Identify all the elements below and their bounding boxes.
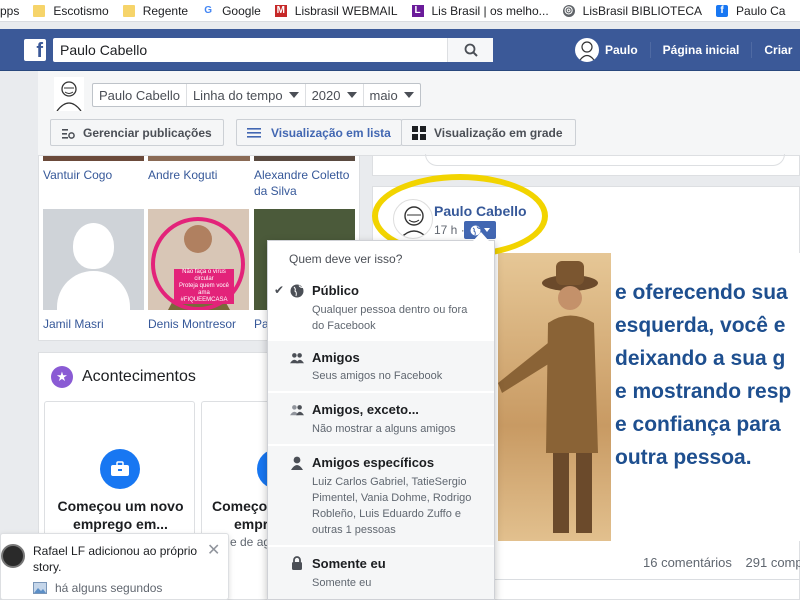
briefcase-icon bbox=[100, 449, 140, 489]
avatar bbox=[1, 544, 25, 568]
post-stats: 16 comentários 291 compa bbox=[643, 555, 800, 570]
mail-icon: M bbox=[274, 4, 287, 17]
scout-illustration bbox=[498, 253, 611, 541]
friend-photo[interactable] bbox=[43, 156, 144, 161]
list-icon bbox=[247, 127, 261, 138]
bookmark-regente[interactable]: Regente bbox=[122, 4, 188, 18]
quote-text: e oferecendo sua bbox=[615, 281, 788, 304]
search-box bbox=[53, 38, 493, 62]
chevron-down-icon bbox=[403, 92, 414, 98]
search-button[interactable] bbox=[447, 38, 493, 62]
home-link[interactable]: Página inicial bbox=[663, 43, 740, 57]
grid-icon bbox=[412, 125, 426, 140]
profile-name-selector[interactable]: Paulo Cabello bbox=[93, 84, 187, 106]
lock-icon bbox=[290, 556, 304, 570]
bookmark-apps[interactable]: pps bbox=[0, 4, 19, 18]
close-icon[interactable]: ✕ bbox=[207, 540, 220, 560]
quote-text: outra pessoa. bbox=[615, 446, 752, 469]
month-dropdown[interactable]: maio bbox=[364, 84, 420, 106]
bookmark-google[interactable]: G Google bbox=[202, 4, 261, 18]
privacy-option-specific-friends[interactable]: Amigos específicos Luiz Carlos Gabriel, … bbox=[268, 445, 494, 545]
menu-title: Quem deve ver isso? bbox=[289, 252, 403, 266]
divider bbox=[649, 42, 651, 58]
person-icon bbox=[290, 456, 304, 470]
privacy-option-public[interactable]: ✔ Público Qualquer pessoa dentro ou fora… bbox=[268, 273, 494, 339]
bookmark-escotismo[interactable]: Escotismo bbox=[33, 4, 109, 18]
post-image[interactable]: e oferecendo sua esquerda, você e deixan… bbox=[498, 253, 800, 541]
chevron-down-icon bbox=[346, 92, 357, 98]
facebook-icon: f bbox=[716, 4, 729, 17]
bookmark-webmail[interactable]: M Lisbrasil WEBMAIL bbox=[274, 4, 398, 18]
privacy-menu: Quem deve ver isso? ✔ Público Qualquer p… bbox=[267, 232, 495, 600]
bookmark-lisbrasil[interactable]: L Lis Brasil | os melho... bbox=[411, 4, 549, 18]
checkmark-icon: ✔ bbox=[274, 283, 285, 297]
year-dropdown[interactable]: 2020 bbox=[306, 84, 364, 106]
manage-posts-button[interactable]: Gerenciar publicações bbox=[50, 119, 224, 146]
quote-text: esquerda, você e bbox=[615, 314, 786, 337]
friend-name-line2: da Silva bbox=[254, 184, 297, 198]
notification-text: Rafael LF adicionou ao próprio story. bbox=[33, 544, 198, 574]
avatar[interactable] bbox=[575, 38, 599, 62]
friends-except-icon bbox=[290, 403, 304, 417]
quote-text: e mostrando resp bbox=[615, 380, 792, 403]
search-input[interactable] bbox=[53, 38, 443, 62]
timeline-header: Paulo Cabello Linha do tempo 2020 maio G… bbox=[38, 71, 800, 156]
bookmark-biblioteca[interactable]: ◎ LisBrasil BIBLIOTECA bbox=[562, 4, 702, 18]
privacy-option-friends-except[interactable]: Amigos, exceto... Não mostrar a alguns a… bbox=[268, 392, 494, 444]
top-nav: Paulo Página inicial Criar bbox=[575, 29, 792, 71]
friend-name[interactable]: Andre Koguti bbox=[148, 168, 217, 182]
quote-text: e confiança para bbox=[615, 413, 781, 436]
friend-photo[interactable] bbox=[254, 156, 355, 161]
section-dropdown[interactable]: Linha do tempo bbox=[187, 84, 306, 106]
folder-icon bbox=[122, 4, 135, 17]
bookmark-facebook[interactable]: f Paulo Ca bbox=[716, 4, 785, 18]
privacy-option-only-me[interactable]: Somente eu Somente eu bbox=[268, 546, 494, 599]
grid-view-button[interactable]: Visualização em grade bbox=[401, 119, 576, 146]
comments-count[interactable]: 16 comentários bbox=[643, 555, 732, 570]
divider bbox=[751, 42, 753, 58]
google-icon: G bbox=[204, 5, 212, 16]
chevron-down-icon bbox=[288, 92, 299, 98]
friend-name[interactable]: Denis Montresor bbox=[148, 317, 236, 331]
gear-icon bbox=[62, 128, 75, 139]
composer-input[interactable] bbox=[425, 154, 785, 166]
shares-count[interactable]: 291 compa bbox=[746, 555, 800, 570]
friend-photo-placeholder[interactable] bbox=[43, 209, 144, 321]
composer-fragment bbox=[372, 154, 800, 176]
event-title: Começou um novo bbox=[57, 498, 184, 514]
timeline-selector: Paulo Cabello Linha do tempo 2020 maio bbox=[92, 83, 421, 107]
event-title-line2: emprego em... bbox=[73, 516, 168, 532]
globe-icon bbox=[290, 284, 304, 298]
folder-icon bbox=[33, 4, 46, 17]
create-link[interactable]: Criar bbox=[764, 43, 792, 57]
friend-photo[interactable]: Não faça o vírus circular Proteja quem v… bbox=[148, 209, 249, 310]
events-title: Acontecimentos bbox=[82, 368, 196, 385]
profile-link[interactable]: Paulo bbox=[605, 43, 638, 57]
bookmarks-bar: pps Escotismo Regente G Google M Lisbrasil… bbox=[0, 0, 800, 22]
notification-time: há alguns segundos bbox=[55, 581, 163, 595]
facebook-top-bar: f Paulo Página inicial Criar bbox=[0, 29, 800, 71]
avatar[interactable] bbox=[54, 77, 84, 112]
friend-photo[interactable] bbox=[148, 156, 250, 161]
image-icon bbox=[33, 582, 47, 594]
friend-name[interactable]: Jamil Masri bbox=[43, 317, 104, 331]
lis-icon: L bbox=[411, 4, 424, 17]
friend-name[interactable]: Alexandre Coletto bbox=[254, 168, 349, 182]
star-icon: ★ bbox=[51, 366, 73, 388]
globe-icon: ◎ bbox=[562, 4, 575, 17]
friends-icon bbox=[290, 351, 304, 365]
search-icon bbox=[464, 43, 478, 57]
list-view-button[interactable]: Visualização em lista bbox=[236, 119, 402, 146]
notification-toast[interactable]: Rafael LF adicionou ao próprio story. há… bbox=[0, 533, 229, 600]
quote-text: deixando a sua g bbox=[615, 347, 786, 370]
menu-arrow bbox=[473, 232, 489, 241]
friend-name[interactable]: Vantuir Cogo bbox=[43, 168, 112, 182]
facebook-logo-icon[interactable]: f bbox=[24, 39, 46, 61]
privacy-option-friends[interactable]: Amigos Seus amigos no Facebook bbox=[268, 340, 494, 391]
